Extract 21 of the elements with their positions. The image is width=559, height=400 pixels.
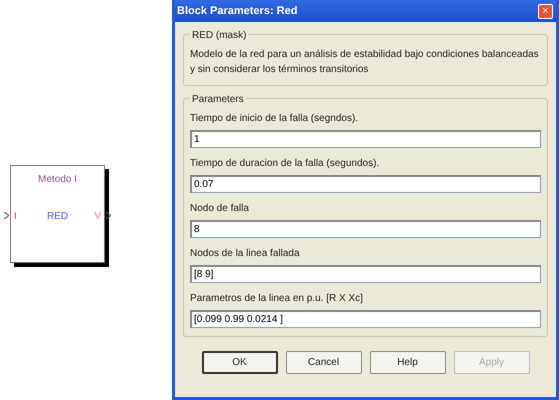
input-field[interactable]: 1 (190, 130, 541, 148)
group-title: RED (mask) (190, 28, 248, 43)
field-label: Tiempo de duracion de la falla (segundos). (190, 157, 380, 171)
window-title: Block Parameters: Red (177, 4, 298, 19)
port-label: I (14, 210, 17, 224)
block-name: RED (46, 210, 68, 224)
input-field[interactable]: 0.07 (190, 175, 541, 193)
input-field[interactable]: [0.099 0.99 0.0214 ] (190, 310, 541, 328)
port-label: V (94, 210, 101, 224)
input-field[interactable]: 8 (190, 220, 541, 238)
close-button[interactable]: × (538, 4, 553, 18)
dialog-button[interactable]: OK (202, 351, 278, 374)
field-label: Tiempo de inicio de la falla (segndos). (190, 112, 360, 126)
dialog-button[interactable]: Help (370, 351, 446, 374)
description-text: Modelo de la red para un análisis de estabilidad bajo condiciones balanceadas y sin considerar los términos transitorios (190, 48, 540, 77)
field-label: Nodo de falla (190, 202, 250, 216)
dialog-button[interactable]: Cancel (286, 351, 362, 374)
field-label: Nodos de la linea fallada (190, 247, 301, 261)
block-title: Metodo I (37, 173, 78, 187)
field-label: Parametros de la linea en p.u. [R X Xc] (190, 292, 364, 306)
input-field[interactable]: [8 9] (190, 265, 541, 283)
